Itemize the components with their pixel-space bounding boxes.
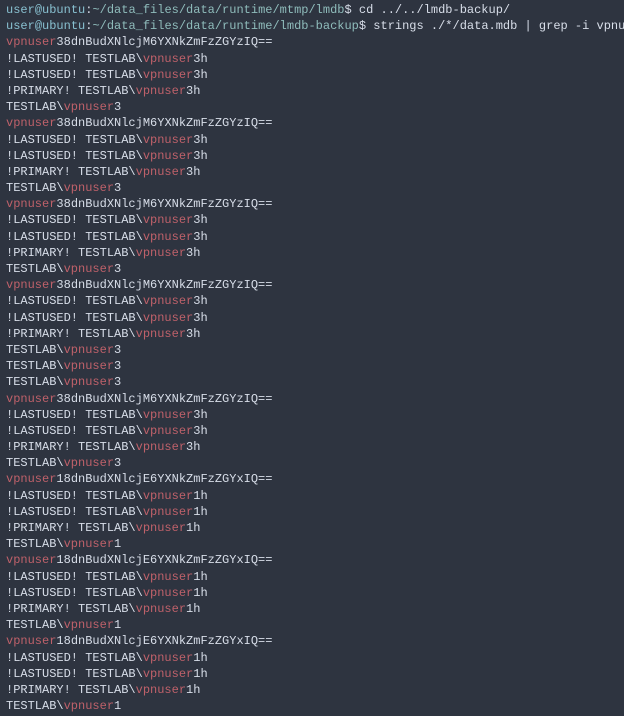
grep-match: vpnuser [64,537,114,551]
output-line: vpnuser38dnBudXNlcjM6YXNkZmFzZGYzIQ== [6,277,618,293]
output-line: TESTLAB\vpnuser3 [6,261,618,277]
output-line: !LASTUSED! TESTLAB\vpnuser3h [6,132,618,148]
grep-match: vpnuser [143,586,193,600]
grep-match: vpnuser [64,618,114,632]
output-line: TESTLAB\vpnuser1 [6,617,618,633]
output-line: !PRIMARY! TESTLAB\vpnuser3h [6,83,618,99]
output-line: !LASTUSED! TESTLAB\vpnuser1h [6,585,618,601]
output-line: TESTLAB\vpnuser3 [6,374,618,390]
grep-match: vpnuser [64,359,114,373]
output-line: !PRIMARY! TESTLAB\vpnuser3h [6,439,618,455]
grep-match: vpnuser [64,100,114,114]
grep-match: vpnuser [136,246,186,260]
output-line: TESTLAB\vpnuser3 [6,455,618,471]
grep-match: vpnuser [64,181,114,195]
grep-match: vpnuser [6,472,56,486]
grep-match: vpnuser [64,375,114,389]
output-line: vpnuser38dnBudXNlcjM6YXNkZmFzZGYzIQ== [6,115,618,131]
output-line: !LASTUSED! TESTLAB\vpnuser1h [6,650,618,666]
output-line: TESTLAB\vpnuser3 [6,180,618,196]
grep-match: vpnuser [143,133,193,147]
prompt-line[interactable]: user@ubuntu:~/data_files/data/runtime/mt… [6,2,618,18]
output-line: vpnuser38dnBudXNlcjM6YXNkZmFzZGYzIQ== [6,391,618,407]
grep-match: vpnuser [6,553,56,567]
grep-match: vpnuser [136,521,186,535]
grep-match: vpnuser [143,68,193,82]
grep-match: vpnuser [143,230,193,244]
output-line: !LASTUSED! TESTLAB\vpnuser1h [6,666,618,682]
grep-match: vpnuser [64,456,114,470]
output-line: !PRIMARY! TESTLAB\vpnuser1h [6,520,618,536]
output-line: !LASTUSED! TESTLAB\vpnuser3h [6,148,618,164]
grep-match: vpnuser [143,424,193,438]
grep-match: vpnuser [143,651,193,665]
grep-match: vpnuser [143,149,193,163]
output-line: !LASTUSED! TESTLAB\vpnuser3h [6,212,618,228]
grep-match: vpnuser [143,570,193,584]
output-line: vpnuser18dnBudXNlcjE6YXNkZmFzZGYxIQ== [6,633,618,649]
grep-match: vpnuser [6,278,56,292]
output-line: TESTLAB\vpnuser1 [6,698,618,714]
grep-match: vpnuser [143,294,193,308]
output-line: TESTLAB\vpnuser3 [6,99,618,115]
grep-match: vpnuser [6,634,56,648]
grep-match: vpnuser [136,165,186,179]
grep-match: vpnuser [143,408,193,422]
output-line: TESTLAB\vpnuser1 [6,536,618,552]
output-line: vpnuser18dnBudXNlcjE6YXNkZmFzZGYxIQ== [6,471,618,487]
grep-match: vpnuser [6,197,56,211]
output-line: !LASTUSED! TESTLAB\vpnuser1h [6,488,618,504]
grep-match: vpnuser [143,505,193,519]
grep-match: vpnuser [143,213,193,227]
grep-match: vpnuser [6,116,56,130]
command-input[interactable]: cd ../../lmdb-backup/ [359,3,510,17]
output-line: !LASTUSED! TESTLAB\vpnuser1h [6,569,618,585]
grep-match: vpnuser [64,699,114,713]
output-line: !LASTUSED! TESTLAB\vpnuser3h [6,423,618,439]
grep-match: vpnuser [136,327,186,341]
grep-match: vpnuser [143,52,193,66]
output-line: !PRIMARY! TESTLAB\vpnuser3h [6,245,618,261]
output-line: !LASTUSED! TESTLAB\vpnuser3h [6,67,618,83]
grep-match: vpnuser [143,667,193,681]
grep-match: vpnuser [64,262,114,276]
prompt-line[interactable]: user@ubuntu:~/data_files/data/runtime/lm… [6,18,618,34]
output-line: !PRIMARY! TESTLAB\vpnuser3h [6,326,618,342]
output-line: vpnuser38dnBudXNlcjM6YXNkZmFzZGYzIQ== [6,34,618,50]
grep-match: vpnuser [136,440,186,454]
output-line: vpnuser18dnBudXNlcjE6YXNkZmFzZGYxIQ== [6,552,618,568]
terminal-output[interactable]: user@ubuntu:~/data_files/data/runtime/mt… [6,2,618,714]
output-line: !PRIMARY! TESTLAB\vpnuser1h [6,682,618,698]
output-line: !PRIMARY! TESTLAB\vpnuser3h [6,164,618,180]
command-input[interactable]: strings ./*/data.mdb | grep -i vpnuser [373,19,624,33]
grep-match: vpnuser [6,392,56,406]
output-line: TESTLAB\vpnuser3 [6,342,618,358]
grep-match: vpnuser [136,84,186,98]
output-line: !LASTUSED! TESTLAB\vpnuser3h [6,229,618,245]
grep-match: vpnuser [64,343,114,357]
grep-match: vpnuser [143,489,193,503]
output-line: !LASTUSED! TESTLAB\vpnuser3h [6,407,618,423]
output-line: !LASTUSED! TESTLAB\vpnuser3h [6,293,618,309]
output-line: vpnuser38dnBudXNlcjM6YXNkZmFzZGYzIQ== [6,196,618,212]
grep-match: vpnuser [143,311,193,325]
output-line: !LASTUSED! TESTLAB\vpnuser3h [6,310,618,326]
output-line: !PRIMARY! TESTLAB\vpnuser1h [6,601,618,617]
grep-match: vpnuser [136,602,186,616]
output-line: TESTLAB\vpnuser3 [6,358,618,374]
grep-match: vpnuser [136,683,186,697]
output-line: !LASTUSED! TESTLAB\vpnuser1h [6,504,618,520]
output-line: !LASTUSED! TESTLAB\vpnuser3h [6,51,618,67]
grep-match: vpnuser [6,35,56,49]
